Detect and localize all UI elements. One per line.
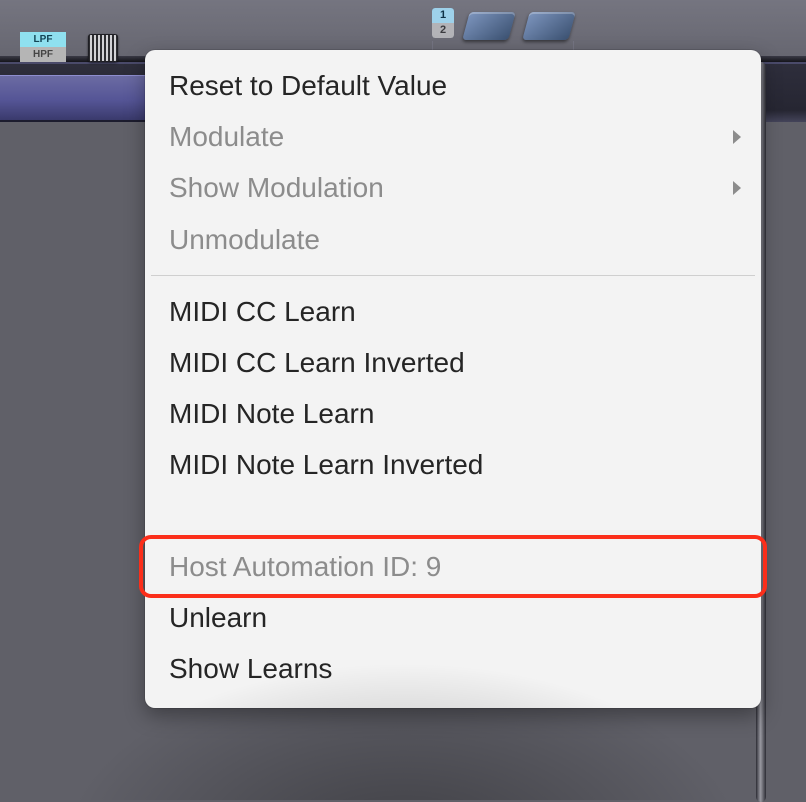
cutoff-slider-handle[interactable]: [88, 34, 118, 62]
filter-hpf-badge: HPF: [20, 47, 66, 62]
foot-pedal-2-icon[interactable]: [522, 12, 576, 40]
foot-pedal-1-icon[interactable]: [462, 12, 516, 40]
menu-item-show_modulation: Show Modulation: [145, 162, 761, 213]
filter-lpf-badge: LPF: [20, 32, 66, 47]
menu-item-host_auto_id: Host Automation ID: 9: [145, 541, 761, 592]
parameter-context-menu: Reset to Default ValueModulateShow Modul…: [145, 50, 761, 708]
menu-item-note_learn[interactable]: MIDI Note Learn: [145, 388, 761, 439]
menu-item-reset[interactable]: Reset to Default Value: [145, 60, 761, 111]
menu-item-unmodulate: Unmodulate: [145, 214, 761, 265]
menu-item-cc_learn_inv[interactable]: MIDI CC Learn Inverted: [145, 337, 761, 388]
menu-item-show_learns[interactable]: Show Learns: [145, 643, 761, 694]
layer-2-badge: 2: [432, 23, 454, 38]
layer-1-badge: 1: [432, 8, 454, 23]
menu-item-cc_learn[interactable]: MIDI CC Learn: [145, 286, 761, 337]
menu-item-note_learn_inv[interactable]: MIDI Note Learn Inverted: [145, 439, 761, 490]
menu-item-modulate: Modulate: [145, 111, 761, 162]
filter-type-toggle[interactable]: LPF HPF: [20, 32, 66, 62]
layer-selector[interactable]: 1 2: [432, 8, 454, 38]
menu-blank-row: [145, 491, 761, 541]
menu-item-unlearn[interactable]: Unlearn: [145, 592, 761, 643]
menu-separator: [151, 275, 755, 276]
